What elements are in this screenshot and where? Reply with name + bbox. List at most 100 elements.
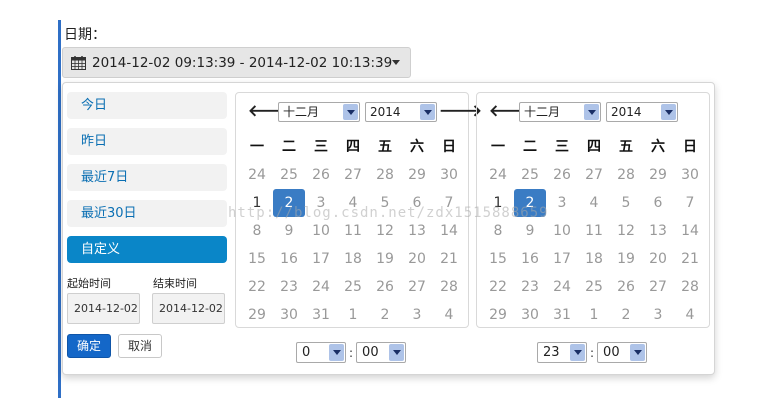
day-cell[interactable]: 6 [401,189,433,217]
day-cell[interactable]: 1 [337,301,369,329]
day-cell[interactable]: 8 [241,217,273,245]
day-cell[interactable]: 2 [610,301,642,329]
day-cell[interactable]: 16 [273,245,305,273]
day-cell[interactable]: 29 [241,301,273,329]
day-cell[interactable]: 31 [305,301,337,329]
day-cell[interactable]: 30 [514,301,546,329]
confirm-button[interactable]: 确定 [67,334,112,358]
day-cell[interactable]: 18 [578,245,610,273]
day-cell[interactable]: 4 [674,301,706,329]
day-cell[interactable]: 30 [273,301,305,329]
day-cell[interactable]: 13 [401,217,433,245]
right-hour-select[interactable]: 23 [537,342,587,363]
day-cell[interactable]: 26 [610,273,642,301]
day-cell[interactable]: 22 [241,273,273,301]
left-month-select[interactable]: 十二月 [278,102,360,122]
day-cell[interactable]: 29 [642,161,674,189]
day-cell[interactable]: 1 [241,189,273,217]
day-cell[interactable]: 7 [674,189,706,217]
day-cell[interactable]: 4 [337,189,369,217]
day-cell[interactable]: 23 [273,273,305,301]
day-cell[interactable]: 28 [674,273,706,301]
day-cell[interactable]: 28 [433,273,465,301]
day-cell[interactable]: 28 [610,161,642,189]
day-cell[interactable]: 14 [674,217,706,245]
day-cell[interactable]: 11 [578,217,610,245]
day-cell[interactable]: 21 [674,245,706,273]
day-cell[interactable]: 17 [546,245,578,273]
range-last-30-days[interactable]: 最近30日 [67,200,227,227]
day-cell[interactable]: 31 [546,301,578,329]
day-cell[interactable]: 3 [305,189,337,217]
day-cell[interactable]: 21 [433,245,465,273]
date-range-field[interactable]: 2014-12-02 09:13:39 - 2014-12-02 10:13:3… [62,47,411,78]
left-year-select[interactable]: 2014 [365,102,437,122]
day-cell[interactable]: 15 [482,245,514,273]
start-date-input[interactable]: 2014-12-02 09:13:39 [67,293,140,324]
day-cell[interactable]: 25 [578,273,610,301]
day-cell[interactable]: 30 [674,161,706,189]
right-year-select[interactable]: 2014 [606,102,678,122]
day-cell[interactable]: 18 [337,245,369,273]
day-cell[interactable]: 15 [241,245,273,273]
day-cell[interactable]: 5 [610,189,642,217]
day-cell[interactable]: 27 [337,161,369,189]
left-hour-select[interactable]: 0 [296,342,346,363]
day-cell[interactable]: 2 [514,189,546,217]
day-cell[interactable]: 14 [433,217,465,245]
day-cell[interactable]: 10 [305,217,337,245]
day-cell[interactable]: 12 [610,217,642,245]
day-cell[interactable]: 1 [482,189,514,217]
day-cell[interactable]: 24 [305,273,337,301]
day-cell[interactable]: 24 [241,161,273,189]
day-cell[interactable]: 26 [369,273,401,301]
day-cell[interactable]: 2 [273,189,305,217]
day-cell[interactable]: 24 [482,161,514,189]
cancel-button[interactable]: 取消 [118,334,163,358]
day-cell[interactable]: 1 [578,301,610,329]
right-month-select[interactable]: 十二月 [519,102,601,122]
range-last-7-days[interactable]: 最近7日 [67,164,227,191]
left-minute-select[interactable]: 00 [356,342,407,363]
day-cell[interactable]: 13 [642,217,674,245]
caret-down-icon[interactable] [392,60,400,65]
day-cell[interactable]: 30 [433,161,465,189]
day-cell[interactable]: 24 [546,273,578,301]
day-cell[interactable]: 4 [578,189,610,217]
day-cell[interactable]: 8 [482,217,514,245]
day-cell[interactable]: 12 [369,217,401,245]
day-cell[interactable]: 19 [610,245,642,273]
day-cell[interactable]: 27 [642,273,674,301]
day-cell[interactable]: 23 [514,273,546,301]
day-cell[interactable]: 3 [401,301,433,329]
day-cell[interactable]: 26 [546,161,578,189]
range-custom[interactable]: 自定义 [67,236,227,263]
day-cell[interactable]: 25 [337,273,369,301]
day-cell[interactable]: 29 [482,301,514,329]
day-cell[interactable]: 25 [514,161,546,189]
day-cell[interactable]: 16 [514,245,546,273]
day-cell[interactable]: 29 [401,161,433,189]
day-cell[interactable]: 11 [337,217,369,245]
day-cell[interactable]: 7 [433,189,465,217]
day-cell[interactable]: 4 [433,301,465,329]
day-cell[interactable]: 17 [305,245,337,273]
day-cell[interactable]: 9 [273,217,305,245]
day-cell[interactable]: 28 [369,161,401,189]
day-cell[interactable]: 3 [546,189,578,217]
day-cell[interactable]: 9 [514,217,546,245]
day-cell[interactable]: 2 [369,301,401,329]
day-cell[interactable]: 20 [642,245,674,273]
end-date-input[interactable]: 2014-12-02 10:13:39 [152,293,225,324]
day-cell[interactable]: 25 [273,161,305,189]
day-cell[interactable]: 10 [546,217,578,245]
range-today[interactable]: 今日 [67,92,227,119]
day-cell[interactable]: 27 [578,161,610,189]
day-cell[interactable]: 22 [482,273,514,301]
day-cell[interactable]: 3 [642,301,674,329]
day-cell[interactable]: 19 [369,245,401,273]
day-cell[interactable]: 26 [305,161,337,189]
right-minute-select[interactable]: 00 [597,342,648,363]
range-yesterday[interactable]: 昨日 [67,128,227,155]
day-cell[interactable]: 6 [642,189,674,217]
